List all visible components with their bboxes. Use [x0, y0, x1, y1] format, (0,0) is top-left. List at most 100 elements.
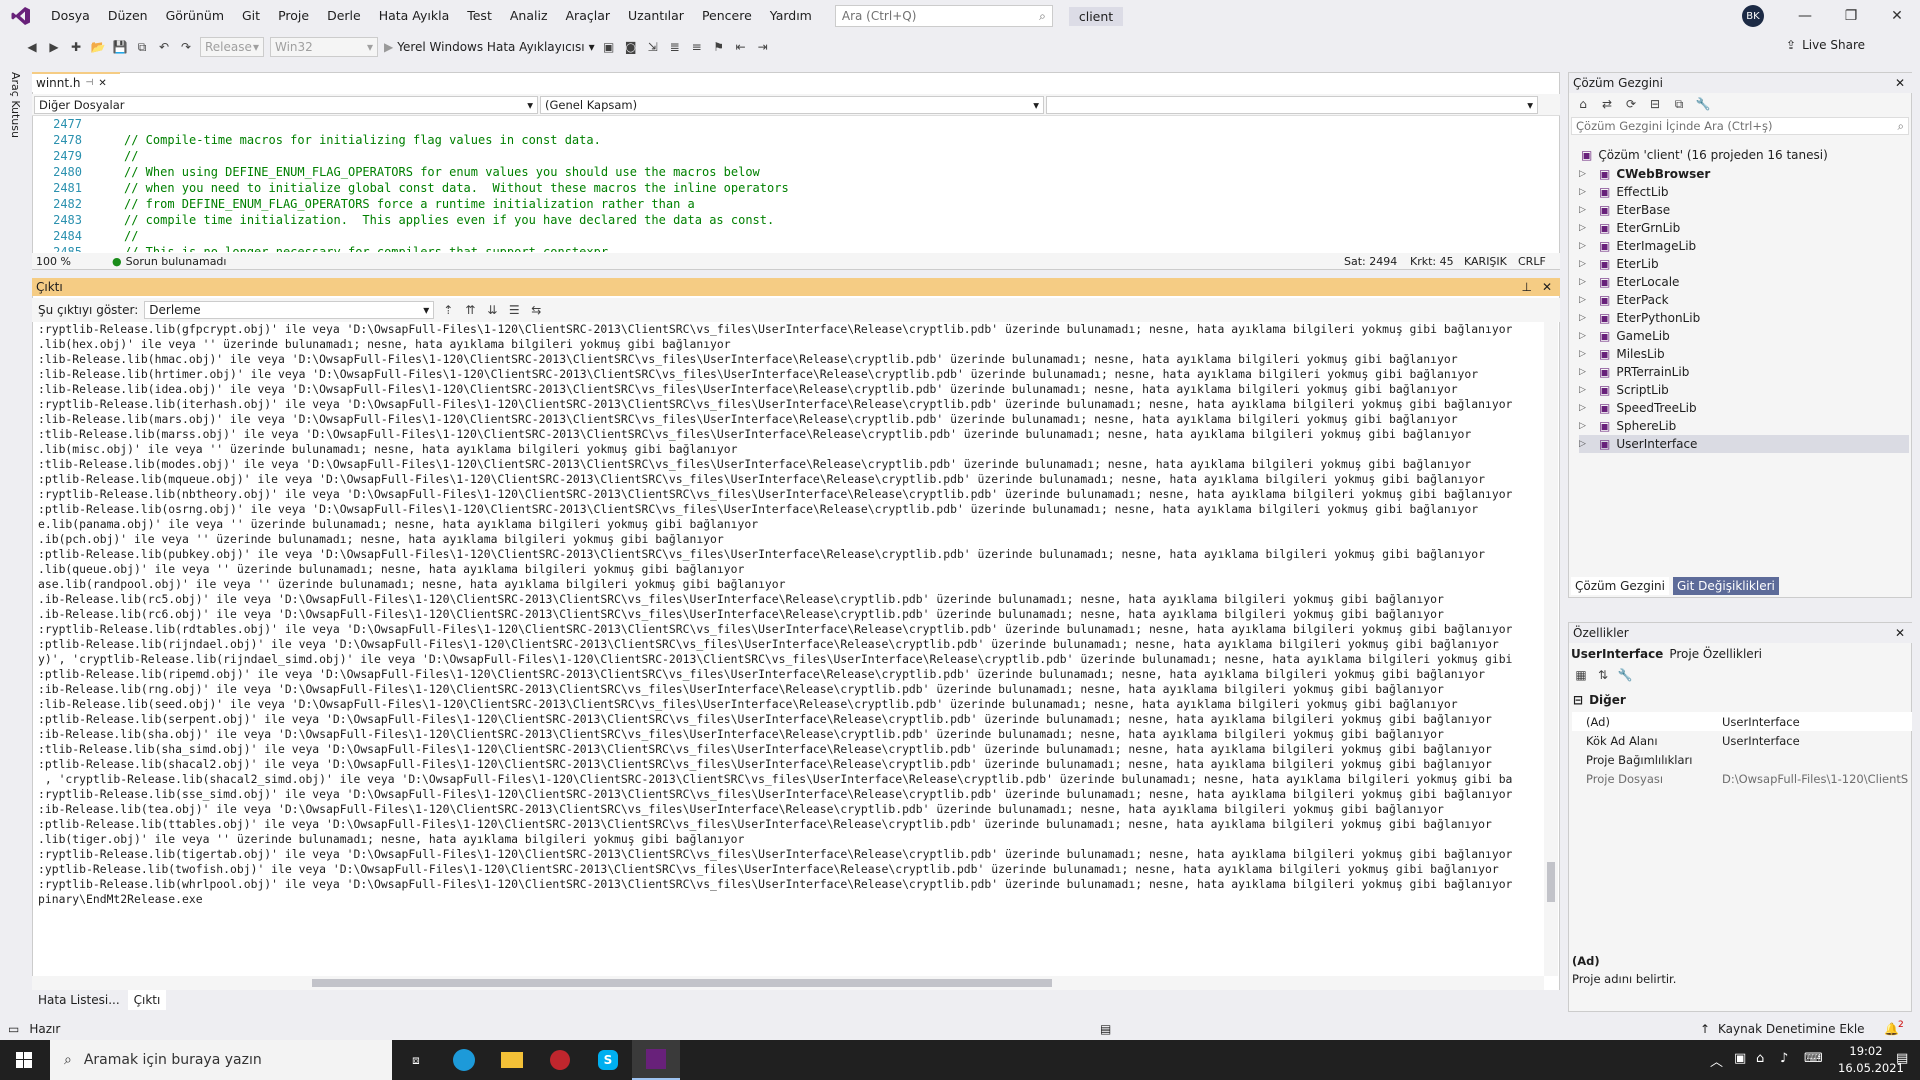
code-line[interactable]: 2482 // from DEFINE_ENUM_FLAG_OPERATORS f…	[32, 196, 1542, 212]
project-item[interactable]: ▷ ▣ EterLib	[1579, 255, 1909, 273]
save-icon[interactable]: 💾	[112, 39, 128, 55]
project-item[interactable]: ▷ ▣ EterPack	[1579, 291, 1909, 309]
solution-search-input[interactable]: Çözüm Gezgini İçinde Ara (Ctrl+ş) ⌕	[1571, 117, 1909, 135]
collapse-all-icon[interactable]: ⊟	[1647, 96, 1663, 112]
expand-icon[interactable]: ▷	[1579, 205, 1595, 215]
menu-item[interactable]: Görünüm	[157, 0, 233, 32]
search-input[interactable]: Ara (Ctrl+Q) ⌕	[834, 5, 1053, 27]
expand-icon[interactable]: ▷	[1579, 259, 1595, 269]
expand-icon[interactable]: ▷	[1579, 241, 1595, 251]
whitespace-mode[interactable]: KARIŞIK	[1464, 255, 1507, 268]
scope-dropdown[interactable]: (Genel Kapsam) ▾	[540, 96, 1044, 114]
back-icon[interactable]: ◀	[24, 39, 40, 55]
project-dropdown[interactable]: Diğer Dosyalar ▾	[34, 96, 538, 114]
avatar[interactable]: BK	[1742, 5, 1764, 27]
notification-center-icon[interactable]: ▤	[1100, 1022, 1111, 1036]
menu-item[interactable]: Yardım	[761, 0, 821, 32]
close-icon[interactable]: ✕	[1542, 280, 1552, 294]
pin-icon[interactable]: ⊥	[1522, 280, 1532, 294]
code-line[interactable]: 2484 //	[32, 228, 1542, 244]
tray-chevron-icon[interactable]: ︿	[1710, 1051, 1723, 1070]
expand-icon[interactable]: ▷	[1579, 403, 1595, 413]
property-row[interactable]: Proje Bağımlılıkları	[1572, 750, 1912, 769]
configuration-dropdown[interactable]: Release ▾	[200, 37, 264, 57]
skype-icon[interactable]: S	[584, 1040, 632, 1080]
close-icon[interactable]: ✕	[1895, 626, 1905, 640]
output-source-dropdown[interactable]: Derleme ▾	[144, 301, 435, 319]
expand-icon[interactable]: ▷	[1579, 349, 1595, 359]
pin-icon[interactable]: ⊣	[85, 78, 93, 88]
action-center-icon[interactable]: ▤	[1896, 1051, 1908, 1066]
comment-icon[interactable]: ≣	[667, 39, 683, 55]
menu-item[interactable]: Git	[233, 0, 269, 32]
project-item[interactable]: ▷ ▣ EterGrnLib	[1579, 219, 1909, 237]
taskbar-clock[interactable]: 19:02 16.05.2021	[1838, 1043, 1904, 1077]
property-row[interactable]: (Ad) UserInterface	[1572, 712, 1912, 731]
property-pages-icon[interactable]: 🔧	[1617, 667, 1633, 683]
bookmark-icon[interactable]: ⚑	[711, 39, 727, 55]
prev-bookmark-icon[interactable]: ⇤	[733, 39, 749, 55]
tab-git-changes[interactable]: Git Değişiklikleri	[1673, 577, 1779, 595]
close-icon[interactable]: ✕	[1874, 0, 1920, 32]
app-red-icon[interactable]	[536, 1040, 584, 1080]
redo-icon[interactable]: ↷	[178, 39, 194, 55]
project-item[interactable]: ▷ ▣ MilesLib	[1579, 345, 1909, 363]
expand-icon[interactable]: ▷	[1579, 421, 1595, 431]
scroll-thumb[interactable]	[1547, 862, 1555, 902]
project-item[interactable]: ▷ ▣ UserInterface	[1579, 435, 1909, 453]
properties-icon[interactable]: 🔧	[1695, 96, 1711, 112]
save-all-icon[interactable]: ⧉	[134, 39, 150, 55]
new-project-icon[interactable]: ✚	[68, 39, 84, 55]
taskbar-search-input[interactable]: ⌕ Aramak için buraya yazın	[50, 1040, 392, 1080]
code-line[interactable]: 2481 // when you need to initialize globa…	[32, 180, 1542, 196]
expand-icon[interactable]: ▷	[1579, 295, 1595, 305]
minimize-icon[interactable]: —	[1782, 0, 1828, 32]
edge-icon[interactable]	[440, 1040, 488, 1080]
categorized-icon[interactable]: ▦	[1573, 667, 1589, 683]
solution-root[interactable]: ▣ Çözüm 'client' (16 projeden 16 tanesi)	[1581, 146, 1828, 164]
alphabetical-icon[interactable]: ⇅	[1595, 667, 1611, 683]
visual-studio-logo-icon[interactable]	[10, 5, 32, 27]
prev-message-icon[interactable]: ⇈	[462, 302, 478, 318]
zoom-level[interactable]: 100 %	[32, 255, 92, 268]
code-line[interactable]: 2485 // This is no longer necessary for c…	[32, 244, 1542, 252]
next-message-icon[interactable]: ⇊	[484, 302, 500, 318]
output-vertical-scrollbar[interactable]	[1544, 322, 1558, 976]
live-share-button[interactable]: ⇪ Live Share	[1786, 38, 1865, 52]
project-item[interactable]: ▷ ▣ EterBase	[1579, 201, 1909, 219]
expand-icon[interactable]: ▷	[1579, 169, 1595, 179]
expand-icon[interactable]: ▷	[1579, 187, 1595, 197]
camera-icon[interactable]: ◙	[623, 39, 639, 55]
expand-icon[interactable]: ▷	[1579, 367, 1595, 377]
code-line[interactable]: 2483 // compile time initialization. This…	[32, 212, 1542, 228]
show-all-files-icon[interactable]: ⧉	[1671, 96, 1687, 112]
close-icon[interactable]: ✕	[1895, 76, 1905, 90]
tab-solution-explorer[interactable]: Çözüm Gezgini	[1571, 577, 1669, 595]
output-horizontal-scrollbar[interactable]	[32, 976, 1544, 990]
properties-category[interactable]: ⊟ Diğer	[1573, 693, 1626, 707]
project-item[interactable]: ▷ ▣ ScriptLib	[1579, 381, 1909, 399]
menu-item[interactable]: Analiz	[501, 0, 557, 32]
step-into-icon[interactable]: ⇲	[645, 39, 661, 55]
code-line[interactable]: 2477	[32, 116, 1542, 132]
file-explorer-icon[interactable]	[488, 1040, 536, 1080]
windows-start-icon[interactable]	[0, 1040, 48, 1080]
open-file-icon[interactable]: 📂	[90, 39, 106, 55]
expand-icon[interactable]: ▷	[1579, 313, 1595, 323]
code-area[interactable]: 2477 2478 // Compile-time macros for initi…	[32, 116, 1542, 252]
tray-app-icon[interactable]: ▣	[1734, 1051, 1746, 1066]
start-debugger-button[interactable]: ▶ Yerel Windows Hata Ayıklayıcısı ▾	[384, 40, 595, 54]
menu-item[interactable]: Derle	[318, 0, 370, 32]
uncomment-icon[interactable]: ≡	[689, 39, 705, 55]
menu-item[interactable]: Düzen	[99, 0, 157, 32]
next-bookmark-icon[interactable]: ⇥	[755, 39, 771, 55]
member-dropdown[interactable]: ▾	[1046, 96, 1538, 114]
code-line[interactable]: 2479 //	[32, 148, 1542, 164]
find-message-icon[interactable]: ⇡	[440, 302, 456, 318]
restore-icon[interactable]: ❐	[1828, 0, 1874, 32]
clear-all-icon[interactable]: ☰	[506, 302, 522, 318]
property-row[interactable]: Kök Ad Alanı UserInterface	[1572, 731, 1912, 750]
project-item[interactable]: ▷ ▣ CWebBrowser	[1579, 165, 1909, 183]
code-line[interactable]: 2478 // Compile-time macros for initializ…	[32, 132, 1542, 148]
menu-item[interactable]: Uzantılar	[619, 0, 693, 32]
